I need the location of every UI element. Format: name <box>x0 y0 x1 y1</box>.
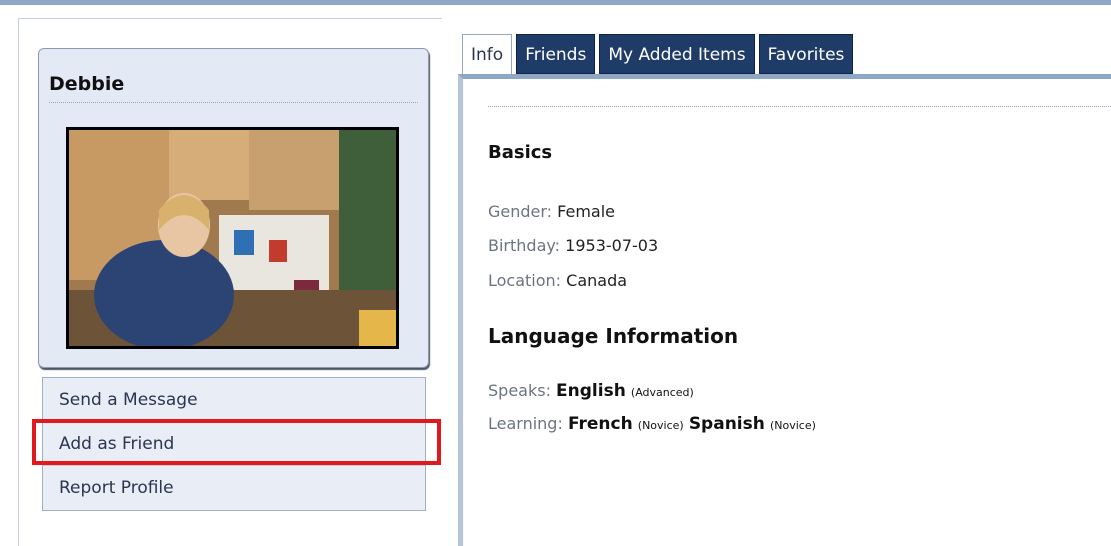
birthday-value: 1953-07-03 <box>565 236 659 255</box>
top-divider <box>0 0 1111 5</box>
send-message-link[interactable]: Send a Message <box>43 378 425 422</box>
gender-row: Gender: Female <box>488 202 615 221</box>
speaks-row: Speaks: English (Advanced) <box>488 381 694 401</box>
birthday-label: Birthday: <box>488 236 561 255</box>
speaks-level: (Advanced) <box>630 386 694 399</box>
speaks-language: English <box>556 381 626 401</box>
learning-row: Learning: French (Novice) Spanish (Novic… <box>488 414 816 434</box>
info-panel: Basics Gender: Female Birthday: 1953-07-… <box>458 74 1111 546</box>
report-profile-link[interactable]: Report Profile <box>43 466 425 510</box>
speaks-label: Speaks: <box>488 381 551 400</box>
basics-heading: Basics <box>488 142 553 163</box>
profile-card: Debbie <box>38 48 429 368</box>
location-label: Location: <box>488 271 562 290</box>
profile-photo <box>66 127 399 349</box>
gender-label: Gender: <box>488 202 553 221</box>
profile-name: Debbie <box>49 73 125 95</box>
location-value: Canada <box>566 271 628 290</box>
add-friend-link[interactable]: Add as Friend <box>43 422 425 466</box>
learning-label: Learning: <box>488 414 563 433</box>
tab-my-added-items[interactable]: My Added Items <box>599 34 755 74</box>
learning-level-1: (Novice) <box>637 419 684 432</box>
tab-favorites[interactable]: Favorites <box>758 34 854 74</box>
tab-friends[interactable]: Friends <box>516 34 596 74</box>
language-heading: Language Information <box>488 324 739 348</box>
birthday-row: Birthday: 1953-07-03 <box>488 236 658 255</box>
learning-level-2: (Novice) <box>769 419 816 432</box>
gender-value: Female <box>557 202 616 221</box>
photo-image <box>69 130 396 346</box>
profile-tabs: Info Friends My Added Items Favorites <box>462 34 857 74</box>
name-divider <box>49 102 418 103</box>
panel-divider <box>488 106 1111 107</box>
learning-language-1: French <box>567 414 633 434</box>
location-row: Location: Canada <box>488 271 627 290</box>
tab-info[interactable]: Info <box>462 34 513 74</box>
learning-language-2: Spanish <box>688 414 765 434</box>
profile-actions: Send a Message Add as Friend Report Prof… <box>42 377 426 511</box>
